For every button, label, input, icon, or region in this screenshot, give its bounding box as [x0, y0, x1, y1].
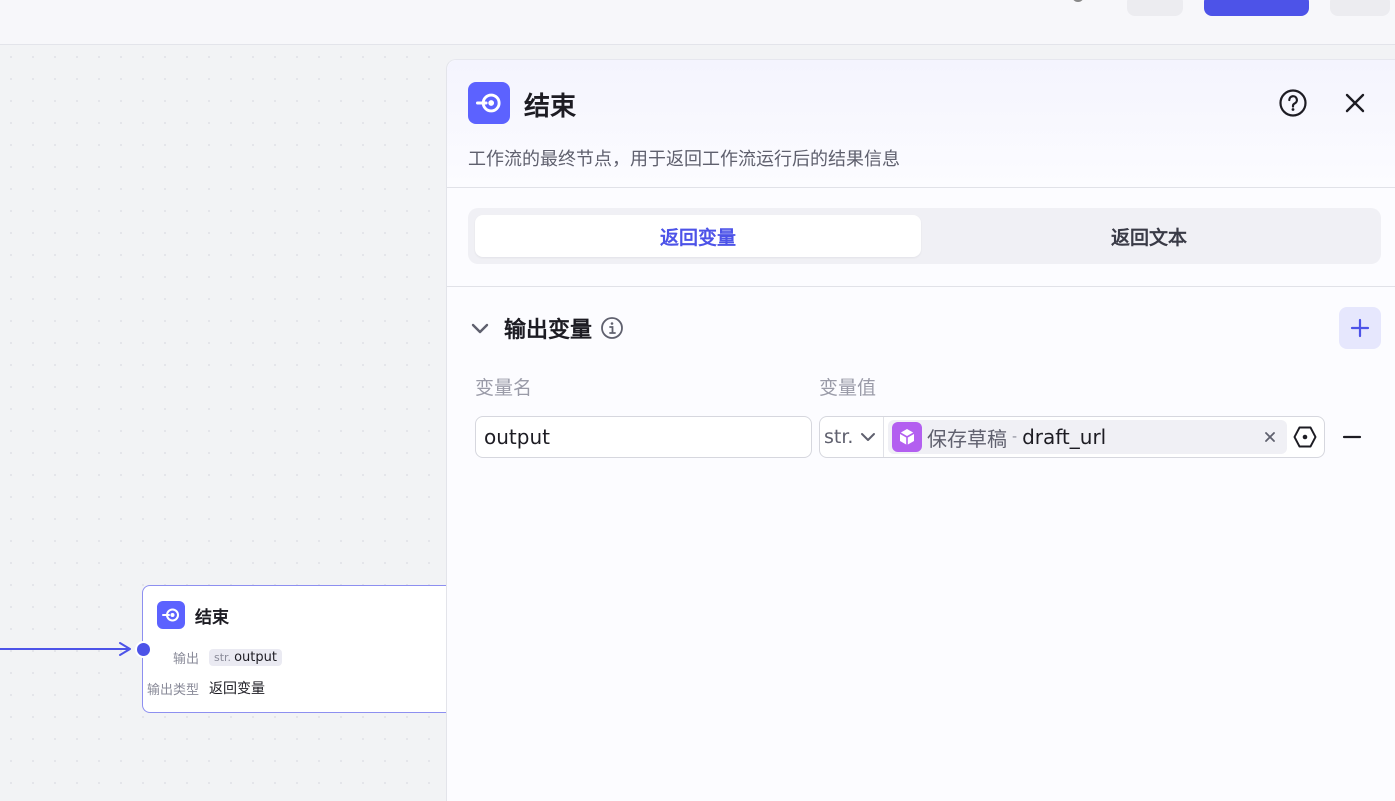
variable-value-field[interactable]: str. 保存草稿 - draft_url [819, 416, 1325, 458]
toolbar-primary-button[interactable] [1204, 0, 1309, 16]
reference-variable-name: draft_url [1022, 425, 1107, 449]
end-node-card[interactable]: 结束 输出 str. output 输出类型 返回变量 [142, 585, 446, 713]
top-toolbar [0, 0, 1395, 45]
output-variables-section-header[interactable]: 输出变量 [468, 310, 624, 346]
info-icon[interactable] [600, 316, 624, 340]
variable-target-icon[interactable] [1292, 424, 1318, 450]
reference-separator: - [1012, 429, 1018, 445]
header-divider [447, 187, 1395, 188]
column-header-value: 变量值 [819, 377, 877, 399]
close-icon[interactable] [1340, 88, 1370, 118]
node-output-name: output [234, 650, 277, 665]
node-output-type: str. [214, 651, 232, 664]
node-config-panel: 结束 工作流的最终节点，用于返回工作流运行后的结果信息 返回变量 返回文本 输出… [446, 59, 1395, 801]
toolbar-indicator [1072, 0, 1084, 2]
node-output-type-label: 输出类型 [146, 682, 199, 698]
toolbar-more-button[interactable] [1330, 0, 1390, 16]
add-variable-button[interactable] [1339, 307, 1381, 349]
reference-node-name: 保存草稿 [927, 426, 1007, 451]
variable-type-value: str. [824, 426, 854, 448]
node-title: 结束 [195, 607, 229, 628]
tabs-divider [447, 286, 1395, 287]
variable-name-input[interactable] [475, 416, 812, 458]
edge-arrow-icon [119, 642, 131, 656]
cube-icon [892, 422, 922, 452]
section-title: 输出变量 [504, 318, 593, 343]
node-output-tag: str. output [209, 649, 282, 666]
clear-icon[interactable] [1261, 428, 1279, 446]
panel-header: 结束 工作流的最终节点，用于返回工作流运行后的结果信息 [447, 60, 1395, 187]
end-icon [468, 82, 510, 124]
node-output-type-value: 返回变量 [209, 681, 265, 697]
end-icon [157, 601, 185, 629]
node-input-port[interactable] [135, 641, 152, 658]
chevron-down-icon[interactable] [468, 316, 492, 340]
chevron-down-icon [861, 433, 876, 441]
panel-description: 工作流的最终节点，用于返回工作流运行后的结果信息 [468, 149, 900, 170]
connection-edge[interactable] [0, 648, 128, 650]
variable-reference-chip[interactable]: 保存草稿 - draft_url [888, 420, 1287, 454]
return-mode-tabs: 返回变量 返回文本 [468, 208, 1381, 264]
toolbar-button[interactable] [1127, 0, 1183, 16]
panel-title: 结束 [524, 92, 577, 122]
help-icon[interactable] [1278, 88, 1308, 118]
tab-return-text[interactable]: 返回文本 [923, 215, 1375, 257]
column-header-name: 变量名 [475, 377, 533, 399]
minus-icon[interactable] [1339, 424, 1365, 450]
plus-icon [1350, 318, 1370, 338]
variable-type-select[interactable]: str. [820, 417, 884, 457]
tab-return-variable[interactable]: 返回变量 [475, 215, 921, 257]
